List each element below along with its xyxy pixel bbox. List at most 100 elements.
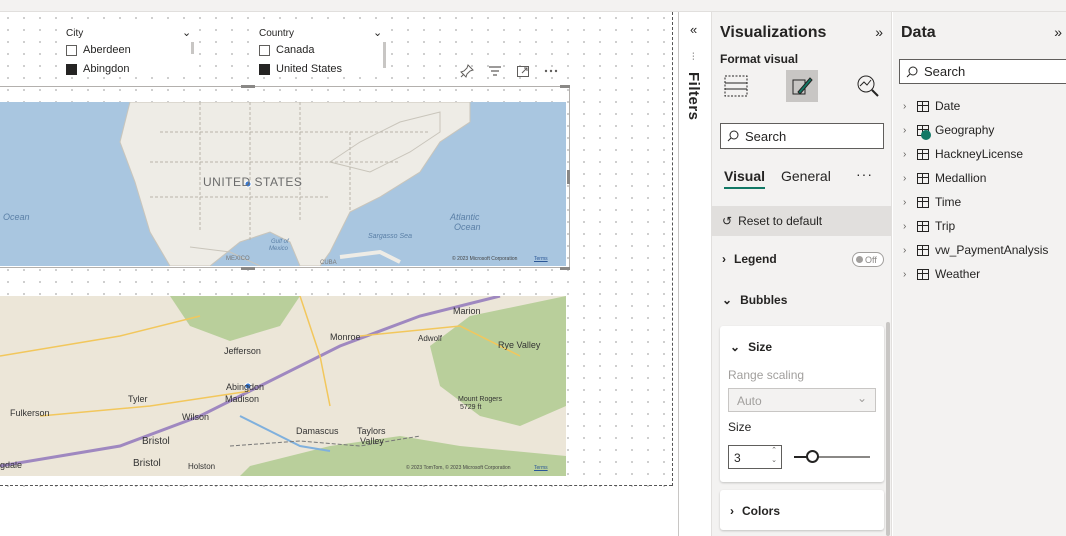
pin-icon[interactable] [460,64,474,78]
slider-thumb[interactable] [806,450,819,463]
range-scaling-dropdown[interactable]: Auto ⌄ [728,388,876,412]
expand-filters-icon[interactable]: « [690,22,697,37]
size-label: Size [728,420,752,434]
checkbox-abingdon[interactable] [66,63,77,75]
format-tabs: Visual General [724,168,831,189]
collapse-pane-icon[interactable]: » [1054,24,1062,40]
search-placeholder: Search [745,128,787,144]
map-visual-usa[interactable]: UNITED STATES Ocean Atlantic Ocean Sarga… [0,102,566,266]
slicer-item-united-states[interactable]: United States [259,63,342,75]
map-label-gulf-2: Mexico [269,246,289,252]
table-item-time[interactable]: › Time [903,195,961,209]
size-slider[interactable] [794,450,870,463]
slicer-item-label: United States [276,63,343,75]
more-options-icon[interactable] [544,64,558,78]
chevron-down-icon[interactable]: ⌄ [373,26,382,39]
checkbox-aberdeen[interactable] [66,44,77,56]
search-icon [727,130,739,142]
visual-header-toolbar [460,64,558,78]
search-placeholder: Search [924,64,966,79]
slicer-item-canada[interactable]: Canada [259,44,315,56]
table-item-trip[interactable]: › Trip [903,219,955,233]
chevron-right-icon: › [722,252,726,266]
format-visual-label: Format visual [720,52,799,66]
build-visual-button[interactable] [720,70,752,102]
table-item-weather[interactable]: › Weather [903,267,980,281]
size-stepper[interactable]: 3 ⌃ ⌄ [728,445,782,469]
resize-handle-corner-top[interactable] [560,85,570,88]
size-card-header[interactable]: ⌄ Size [730,340,772,354]
format-visual-button[interactable] [786,70,818,102]
table-icon [917,244,929,256]
filters-label[interactable]: Filters [685,72,702,121]
checkbox-united-states[interactable] [259,63,270,75]
table-item-hackneylicense[interactable]: › HackneyLicense [903,147,1023,161]
chevron-down-icon[interactable]: ⌄ [182,26,191,39]
format-scrollbar[interactable] [886,322,890,536]
resize-handle-bottom[interactable] [241,267,255,270]
check-badge-icon [921,129,931,140]
city-slicer-header: City [66,28,84,39]
colors-header[interactable]: › Colors [730,504,780,518]
table-name: Geography [935,123,995,137]
tab-general[interactable]: General [781,168,831,189]
canvas-scrollbar[interactable] [678,12,679,536]
collapse-pane-icon[interactable]: » [875,24,883,40]
chevron-right-icon[interactable]: › [903,101,911,112]
legend-toggle[interactable]: Off [852,252,884,267]
tab-visual[interactable]: Visual [724,168,765,189]
map-visual-abingdon[interactable]: Marion Monroe Adwolf Rye Valley Jefferso… [0,296,566,476]
reset-to-default-button[interactable]: ↺ Reset to default [712,206,892,236]
checkbox-canada[interactable] [259,44,270,56]
chevron-right-icon[interactable]: › [903,197,911,208]
bubbles-section[interactable]: ⌄ Bubbles [722,293,787,307]
map-label-mexico: MEXICO [226,256,250,262]
table-name: Date [935,99,961,113]
slicer-item-label: Abingdon [83,63,130,75]
chevron-right-icon[interactable]: › [903,125,911,136]
chevron-right-icon[interactable]: › [903,173,911,184]
page-boundary-bottom [0,485,672,486]
resize-handle-right[interactable] [567,170,570,184]
map-terms-link[interactable]: Terms [534,256,548,262]
more-options-icon[interactable]: ··· [856,166,873,182]
range-scaling-value: Auto [737,394,762,408]
place-label: Damascus [296,426,339,436]
table-name: HackneyLicense [935,147,1024,161]
colors-card[interactable]: › Colors [720,490,884,530]
legend-label: Legend [734,252,777,266]
filter-icon[interactable] [488,64,502,78]
table-item-geography[interactable]: › Geography [903,123,995,140]
bubbles-label: Bubbles [740,293,788,307]
country-slicer[interactable]: Country ⌄ Canada United States [259,26,389,76]
table-item-medallion[interactable]: › Medallion [903,171,986,185]
resize-handle-top[interactable] [241,85,255,88]
chevron-right-icon[interactable]: › [903,245,911,256]
place-label: Bristol [133,458,161,469]
filters-pane[interactable]: « ⫶ Filters [680,12,712,536]
place-label: Fulkerson [10,408,50,418]
legend-section[interactable]: › Legend [722,252,777,266]
city-slicer-scrollbar[interactable] [191,42,194,54]
city-slicer[interactable]: City ⌄ Aberdeen Abingdon [66,26,196,76]
stepper-arrows-icon[interactable]: ⌃ ⌄ [771,446,777,466]
place-label: Mount Rogers [458,396,502,403]
map-region-drawing [0,296,566,476]
table-item-vw-paymentanalysis[interactable]: › vw_PaymentAnalysis [903,243,1048,257]
country-slicer-scrollbar[interactable] [383,42,386,68]
chevron-right-icon[interactable]: › [903,149,911,160]
table-item-date[interactable]: › Date [903,99,960,113]
slicer-item-abingdon[interactable]: Abingdon [66,63,130,75]
size-card: ⌄ Size Range scaling Auto ⌄ Size 3 ⌃ ⌄ [720,326,884,482]
place-label: Taylors [357,426,386,436]
data-search-input[interactable]: Search [899,59,1066,84]
focus-mode-icon[interactable] [516,64,530,78]
resize-handle-corner-bottom[interactable] [560,267,570,270]
place-label: Holston [188,462,216,471]
slicer-item-aberdeen[interactable]: Aberdeen [66,44,131,56]
map-terms-link[interactable]: Terms [534,465,548,471]
format-search-input[interactable]: Search [720,123,884,149]
chevron-right-icon[interactable]: › [903,269,911,280]
analytics-button[interactable] [852,70,884,102]
chevron-right-icon[interactable]: › [903,221,911,232]
